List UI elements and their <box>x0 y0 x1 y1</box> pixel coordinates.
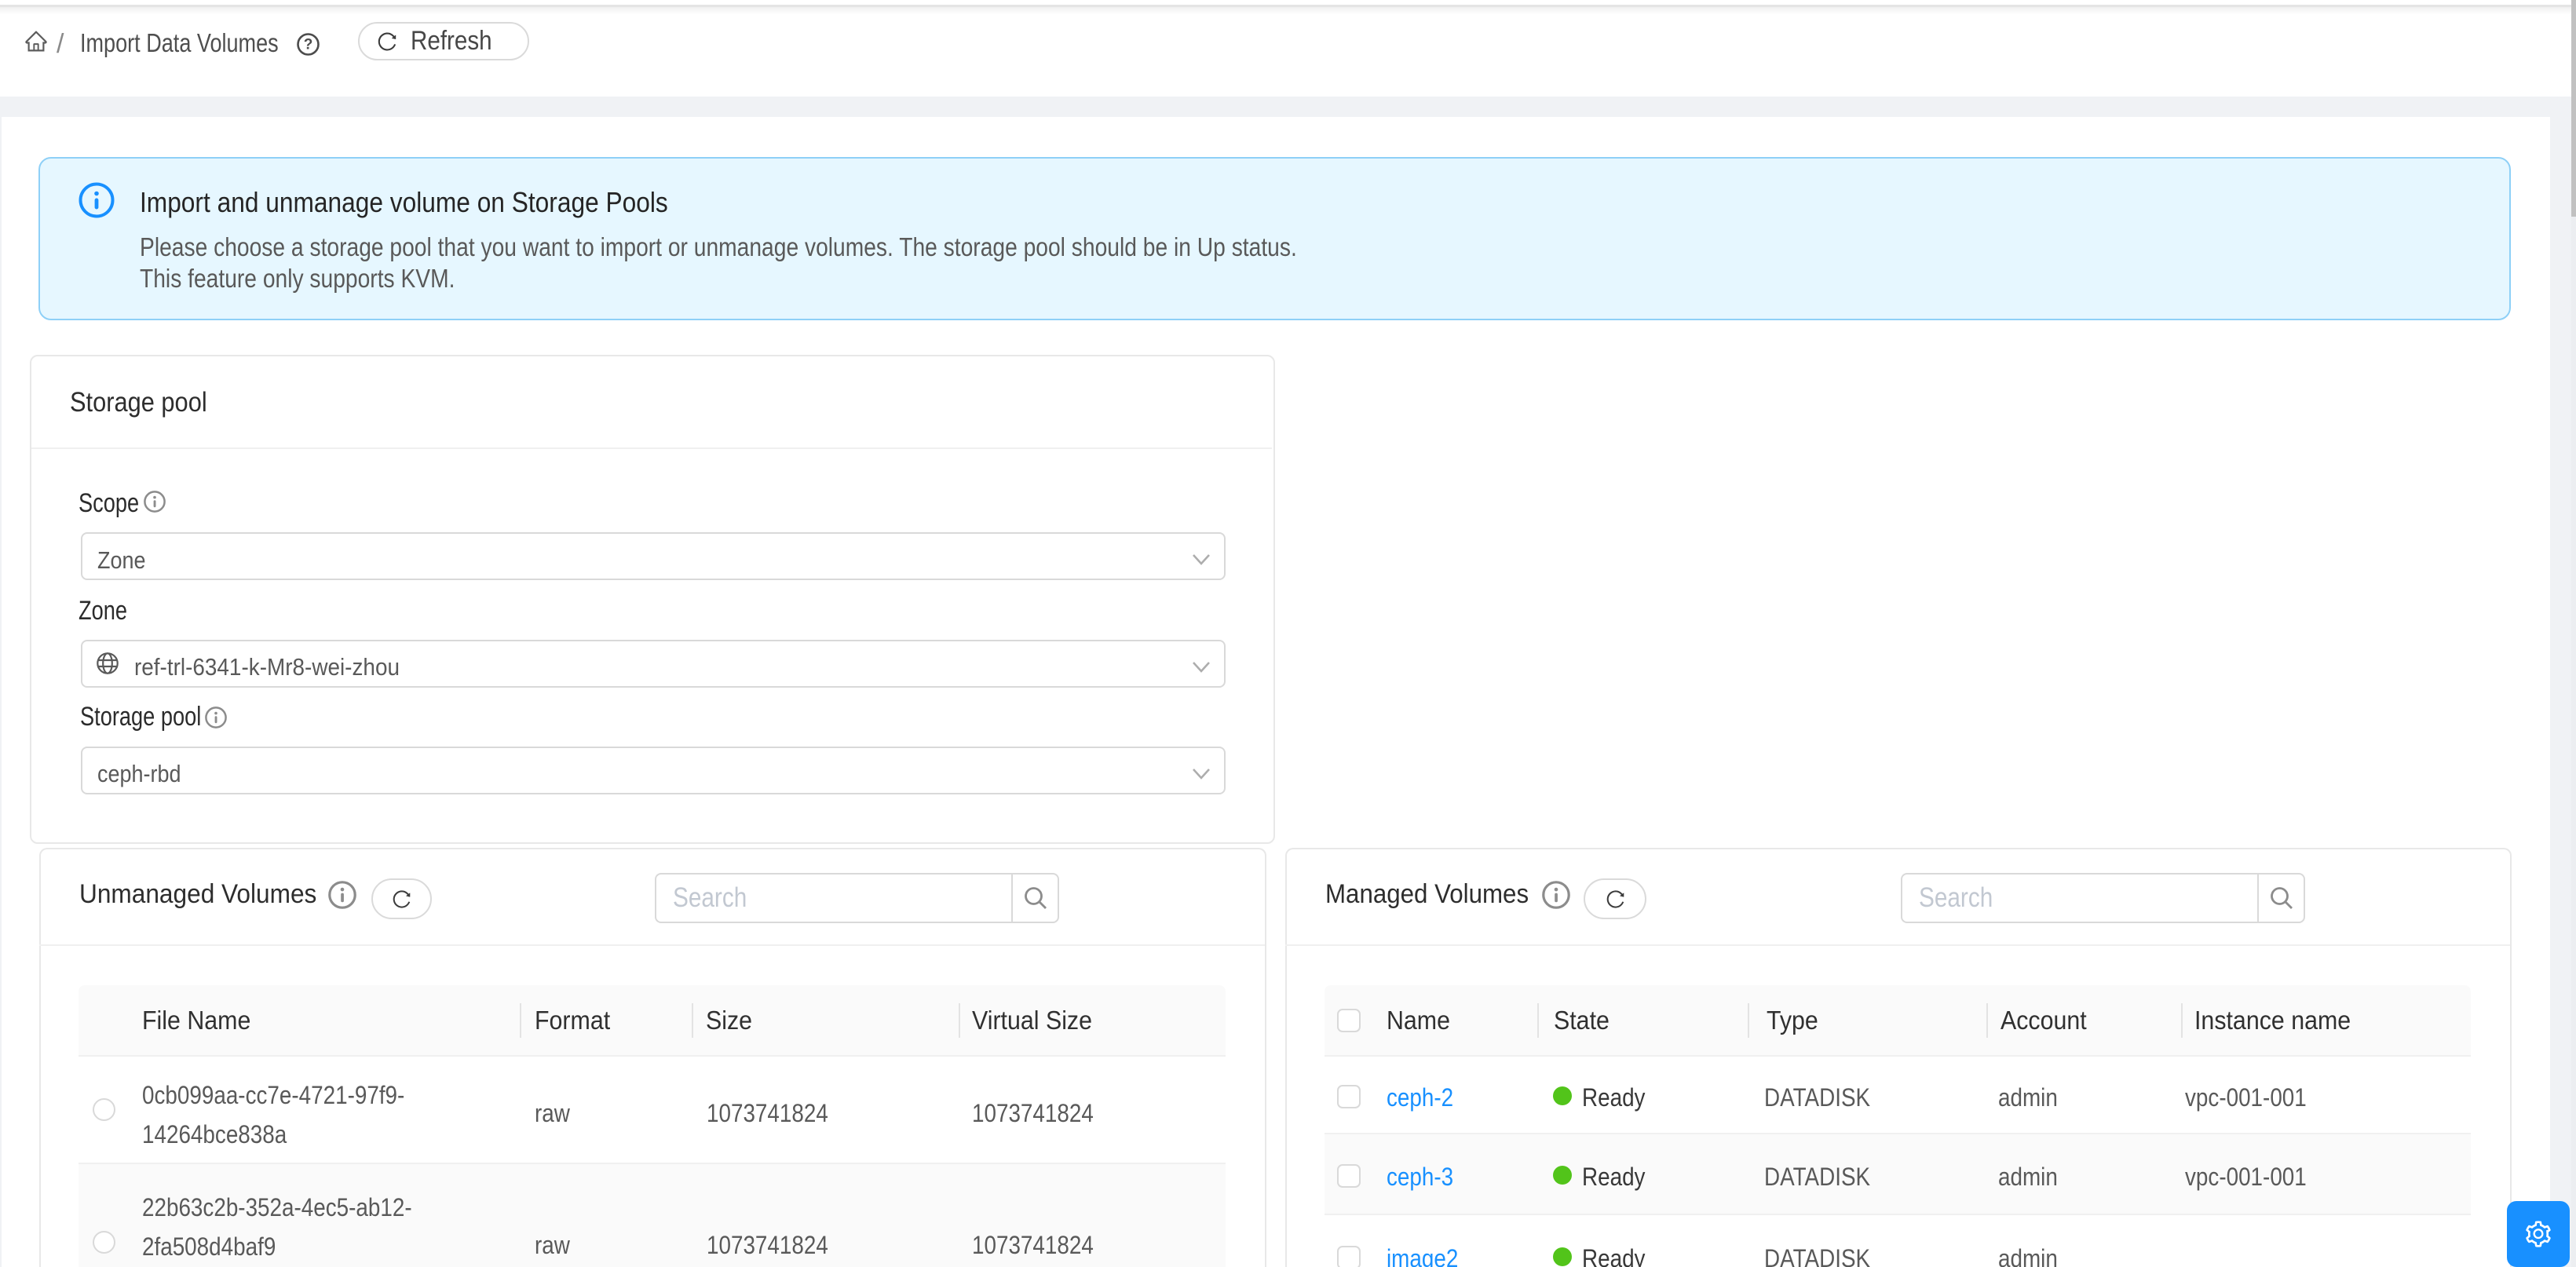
svg-text:?: ? <box>304 37 313 53</box>
